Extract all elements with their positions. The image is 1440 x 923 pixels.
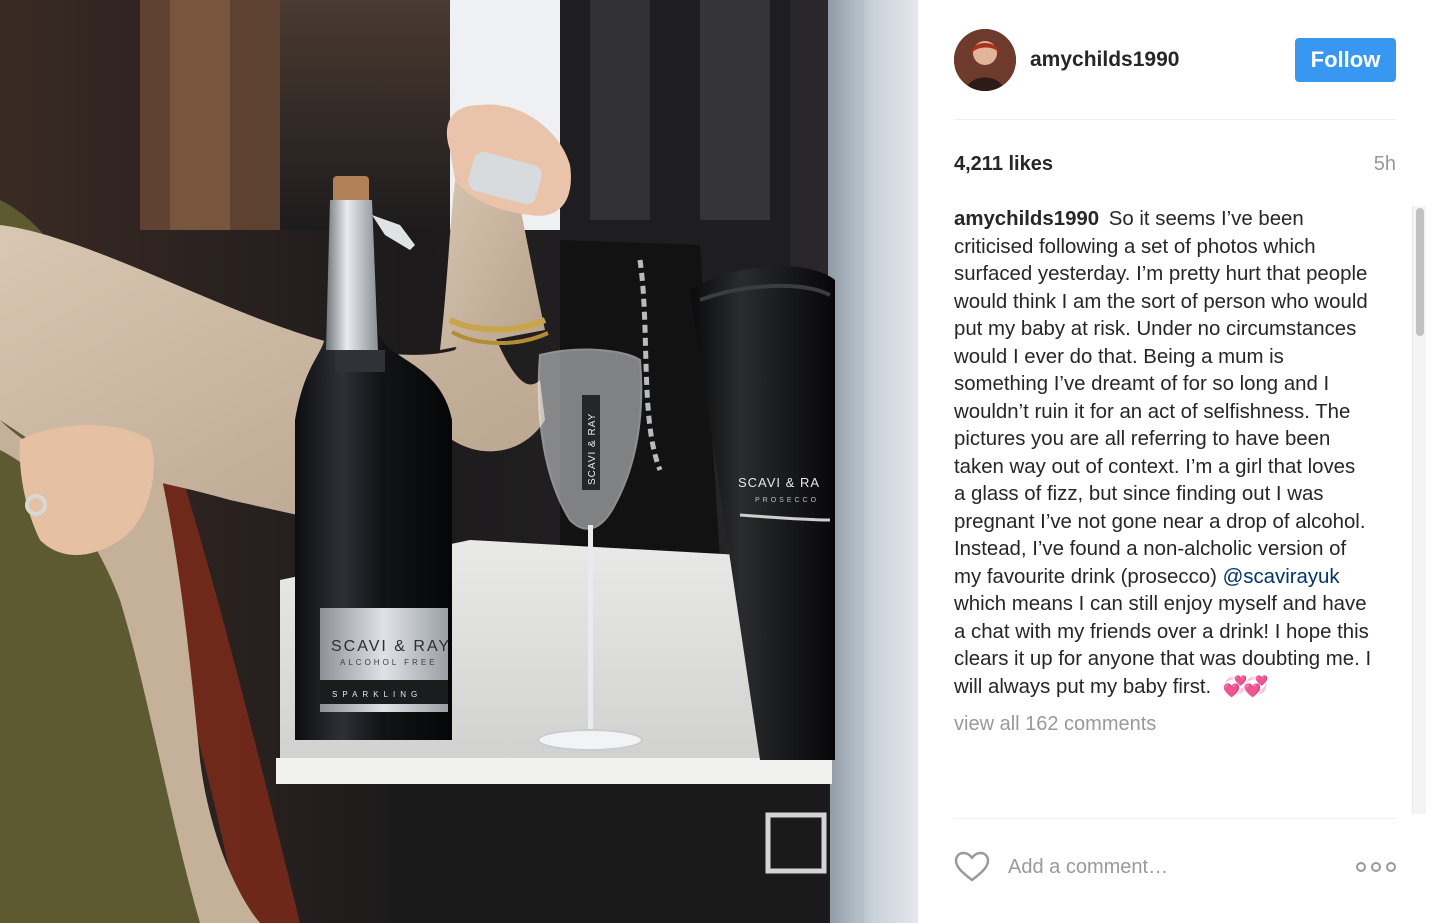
post-timestamp[interactable]: 5h xyxy=(1374,153,1396,176)
post-caption: amychilds1990 So it seems I’ve been crit… xyxy=(954,206,1372,701)
comment-bar xyxy=(954,845,1396,889)
comment-divider xyxy=(954,818,1396,819)
post-header: amychilds1990 Follow xyxy=(954,28,1396,92)
likes-row: 4,211 likes 5h xyxy=(954,150,1396,178)
post-photo[interactable]: SCAVI & RA PROSECCO SCAVI & RAY SCAVI & … xyxy=(0,0,918,923)
glass-label-text: SCAVI & RAY xyxy=(587,413,598,485)
bottle-brand-text: SCAVI & RAY xyxy=(331,638,451,655)
caption-text-part1: So it seems I’ve been criticised followi… xyxy=(954,208,1368,588)
bucket-brand-text: SCAVI & RA xyxy=(738,475,820,490)
caption-scrollbar[interactable] xyxy=(1412,206,1426,814)
view-all-comments-link[interactable]: view all 162 comments xyxy=(954,713,1156,736)
more-dot xyxy=(1386,862,1396,872)
avatar[interactable] xyxy=(954,29,1016,91)
post-photo-illustration: SCAVI & RA PROSECCO SCAVI & RAY SCAVI & … xyxy=(0,0,918,923)
two-hearts-emoji: 💞💞 xyxy=(1222,675,1269,698)
caption-area: amychilds1990 So it seems I’ve been crit… xyxy=(954,206,1402,806)
header-divider xyxy=(954,119,1396,120)
avatar-image xyxy=(954,29,1016,91)
more-dot xyxy=(1356,862,1366,872)
caption-text-part2: which means I can still enjoy myself and… xyxy=(954,593,1372,698)
caption-mention-link[interactable]: @scavirayuk xyxy=(1223,566,1340,588)
more-options-icon[interactable] xyxy=(1356,857,1396,877)
scrollbar-thumb[interactable] xyxy=(1416,208,1424,336)
more-dot xyxy=(1371,862,1381,872)
post-detail-panel: amychilds1990 Follow 4,211 likes 5h amyc… xyxy=(918,0,1440,923)
bottle-bottom-text: SPARKLING xyxy=(332,690,422,699)
caption-author-link[interactable]: amychilds1990 xyxy=(954,208,1099,230)
bucket-sub-text: PROSECCO xyxy=(755,497,819,504)
likes-count[interactable]: 4,211 likes xyxy=(954,153,1053,176)
bottle-sub-text: ALCOHOL FREE xyxy=(340,658,438,667)
add-comment-input[interactable] xyxy=(1008,847,1356,887)
heart-outline-icon[interactable] xyxy=(954,851,990,883)
username-link[interactable]: amychilds1990 xyxy=(1030,48,1295,72)
follow-button[interactable]: Follow xyxy=(1295,38,1396,82)
